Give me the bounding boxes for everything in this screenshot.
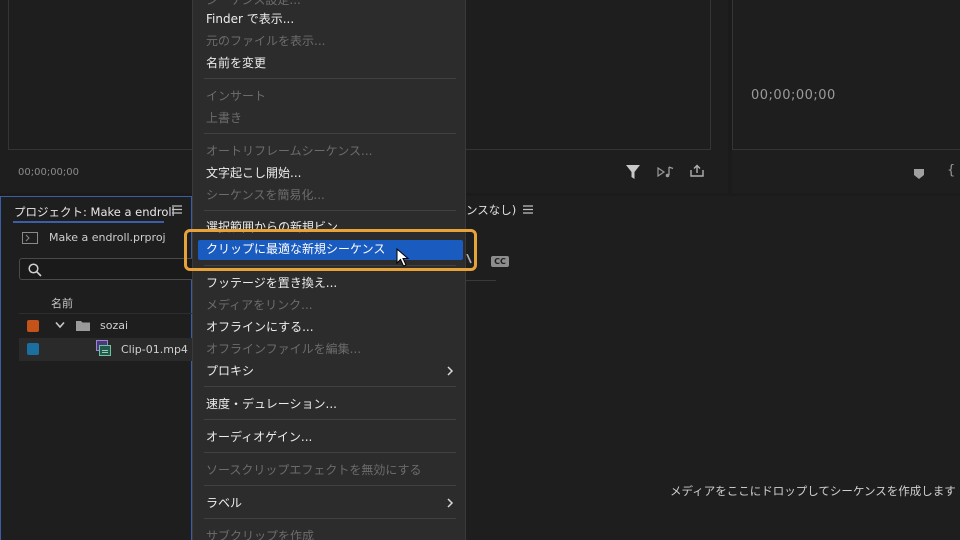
project-panel: プロジェクト: Make a endroll Make a endroll.pr… (0, 196, 197, 540)
menu-item-rename[interactable]: 名前を変更 (206, 55, 266, 71)
mark-in-icon[interactable]: { (947, 163, 955, 178)
menu-item-overwrite[interactable]: 上書き (206, 110, 242, 126)
source-timecode[interactable]: 00;00;00;00 (18, 167, 79, 178)
list-item-sozai[interactable]: sozai (19, 315, 193, 338)
empty-timeline-message: メディアをここにドロップしてシーケンスを作成します (670, 484, 956, 498)
program-timecode[interactable]: 00;00;00;00 (751, 88, 836, 103)
menu-item-reveal-original[interactable]: 元のファイルを表示... (206, 33, 325, 49)
export-frame-icon[interactable] (690, 164, 704, 178)
list-item-clip[interactable]: Clip-01.mp4 (19, 338, 193, 361)
menu-item-speed-duration[interactable]: 速度・デュレーション... (206, 396, 337, 412)
menu-item-start-transcription[interactable]: 文字起こし開始... (206, 165, 301, 181)
menu-item-reveal-in-finder[interactable]: Finder で表示... (206, 11, 294, 27)
column-header-name[interactable]: 名前 (51, 295, 73, 311)
folder-icon (76, 321, 90, 331)
menu-item-disable-source-effects[interactable]: ソースクリップエフェクトを無効にする (206, 462, 422, 478)
menu-separator (204, 133, 456, 134)
hamburger-menu-icon[interactable] (172, 205, 182, 214)
menu-separator (204, 518, 456, 519)
chevron-right-icon (447, 366, 454, 376)
label-color-swatch[interactable] (27, 320, 39, 332)
menu-separator (204, 386, 456, 387)
menu-item-insert[interactable]: インサート (206, 88, 266, 104)
drag-audio-icon[interactable] (657, 166, 675, 178)
menu-item-sequence-settings[interactable]: シーケンス設定... (206, 0, 301, 8)
divider (466, 280, 496, 281)
menu-item-make-offline[interactable]: オフラインにする... (206, 319, 314, 335)
chevron-down-icon[interactable] (55, 321, 65, 329)
menu-item-edit-offline[interactable]: オフラインファイルを編集... (206, 341, 361, 357)
menu-item-make-subclip[interactable]: サブクリップを作成 (206, 528, 314, 540)
timeline-title[interactable]: ンスなし) (466, 202, 516, 218)
search-input[interactable] (19, 258, 197, 280)
hamburger-menu-icon[interactable] (523, 205, 533, 214)
video-clip-icon (96, 340, 111, 356)
program-monitor-panel: 00;00;00;00 { (732, 0, 960, 193)
project-panel-title[interactable]: プロジェクト: Make a endroll (14, 204, 175, 220)
menu-separator (204, 210, 456, 211)
filter-funnel-icon[interactable] (626, 164, 640, 180)
menu-separator (204, 78, 456, 79)
active-tab-underline (13, 221, 164, 223)
menu-separator (204, 485, 456, 486)
add-marker-icon[interactable] (914, 169, 924, 179)
list-item-label: Clip-01.mp4 (121, 343, 188, 356)
captions-icon[interactable]: CC (491, 256, 509, 267)
menu-item-replace-footage[interactable]: フッテージを置き換え... (206, 275, 337, 291)
project-file-name: Make a endroll.prproj (49, 231, 166, 244)
menu-item-audio-gain[interactable]: オーディオゲイン... (206, 429, 312, 445)
menu-separator (204, 452, 456, 453)
project-file-icon (22, 232, 38, 244)
chevron-right-icon (447, 498, 454, 508)
menu-item-label[interactable]: ラベル (206, 495, 242, 511)
label-color-swatch[interactable] (27, 343, 39, 355)
highlight-callout-frame (184, 229, 477, 271)
menu-item-link-media[interactable]: メディアをリンク... (206, 297, 313, 313)
mouse-pointer-icon (396, 248, 410, 267)
menu-item-auto-reframe[interactable]: オートリフレームシーケンス... (206, 143, 373, 159)
program-monitor-screen (732, 0, 960, 150)
search-icon (28, 263, 42, 277)
menu-item-proxy[interactable]: プロキシ (206, 363, 254, 379)
list-item-label: sozai (100, 319, 129, 332)
divider (19, 313, 193, 314)
menu-separator (204, 419, 456, 420)
menu-item-simplify-sequence[interactable]: シーケンスを簡易化... (206, 187, 325, 203)
